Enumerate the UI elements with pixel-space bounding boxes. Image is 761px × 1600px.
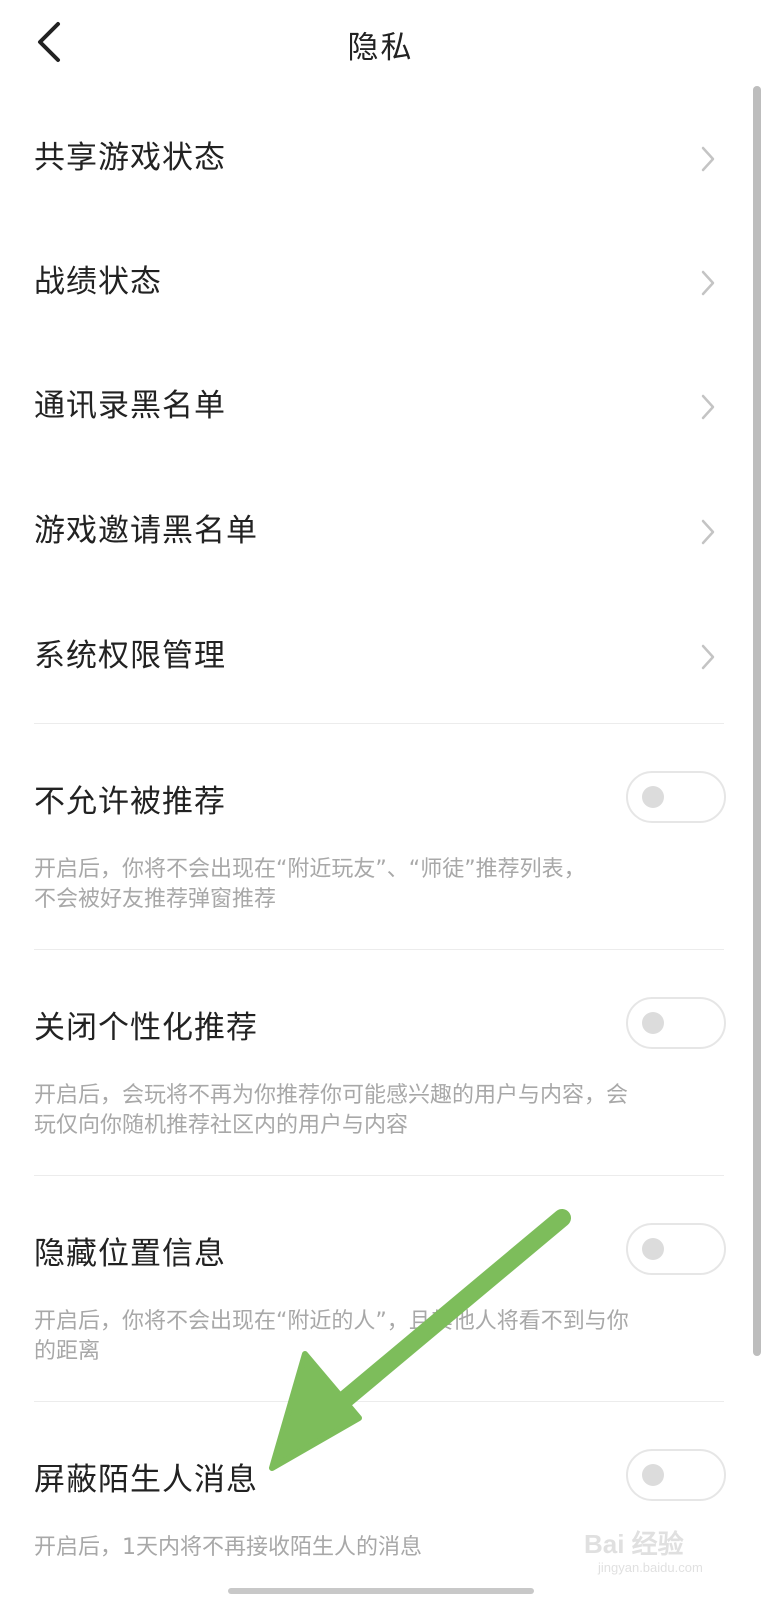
nav-item-record-status[interactable]: 战绩状态 xyxy=(0,220,740,344)
nav-item-label: 战绩状态 xyxy=(34,264,162,300)
watermark-logo: Bai 经验 xyxy=(584,1529,684,1559)
watermark: Bai 经验 jingyan.baidu.com xyxy=(584,1524,724,1584)
nav-item-label: 通讯录黑名单 xyxy=(34,388,226,424)
chevron-right-icon xyxy=(701,394,715,420)
toggle-knob xyxy=(642,1238,664,1260)
chevron-right-icon xyxy=(701,644,715,670)
nav-item-system-permissions[interactable]: 系统权限管理 xyxy=(0,594,740,718)
toggle-label: 隐藏位置信息 xyxy=(34,1236,226,1272)
toggle-description: 开启后，你将不会出现在“附近玩友”、“师徒”推荐列表， 不会被好友推荐弹窗推荐 xyxy=(34,855,734,915)
description-line: 开启后，你将不会出现在“附近玩友”、“师徒”推荐列表， xyxy=(34,857,586,882)
chevron-right-icon xyxy=(701,270,715,296)
toggle-row-no-recommend: 不允许被推荐 开启后，你将不会出现在“附近玩友”、“师徒”推荐列表， 不会被好友… xyxy=(0,724,740,949)
nav-item-game-invite-blacklist[interactable]: 游戏邀请黑名单 xyxy=(0,469,740,593)
description-line: 玩仅向你随机推荐社区内的用户与内容 xyxy=(34,1113,409,1138)
description-line: 开启后，会玩将不再为你推荐你可能感兴趣的用户与内容，会 xyxy=(34,1083,629,1108)
nav-item-share-game-status[interactable]: 共享游戏状态 xyxy=(0,96,740,220)
toggle-switch-disable-personalized[interactable] xyxy=(626,997,726,1049)
chevron-right-icon xyxy=(701,519,715,545)
nav-item-contacts-blacklist[interactable]: 通讯录黑名单 xyxy=(0,344,740,468)
watermark-url: jingyan.baidu.com xyxy=(598,1560,703,1575)
toggle-description: 开启后，会玩将不再为你推荐你可能感兴趣的用户与内容，会 玩仅向你随机推荐社区内的… xyxy=(34,1081,734,1141)
toggle-label: 屏蔽陌生人消息 xyxy=(34,1462,258,1498)
toggle-knob xyxy=(642,786,664,808)
toggle-row-disable-personalized: 关闭个性化推荐 开启后，会玩将不再为你推荐你可能感兴趣的用户与内容，会 玩仅向你… xyxy=(0,950,740,1175)
description-line: 不会被好友推荐弹窗推荐 xyxy=(34,887,277,912)
toggle-knob xyxy=(642,1012,664,1034)
chevron-right-icon xyxy=(701,146,715,172)
scrollbar-thumb[interactable] xyxy=(753,86,761,1356)
toggle-switch-block-strangers[interactable] xyxy=(626,1449,726,1501)
privacy-settings-screen: 隐私 共享游戏状态 战绩状态 通讯录黑名单 游戏邀请黑名单 系统权限管理 不允许… xyxy=(0,0,761,1600)
home-indicator[interactable] xyxy=(228,1588,534,1594)
toggle-knob xyxy=(642,1464,664,1486)
nav-item-label: 共享游戏状态 xyxy=(34,140,226,176)
nav-item-label: 游戏邀请黑名单 xyxy=(34,513,258,549)
toggle-switch-no-recommend[interactable] xyxy=(626,771,726,823)
toggle-label: 关闭个性化推荐 xyxy=(34,1010,258,1046)
header-bar: 隐私 xyxy=(0,0,761,86)
toggle-switch-hide-location[interactable] xyxy=(626,1223,726,1275)
toggle-row-hide-location: 隐藏位置信息 开启后，你将不会出现在“附近的人”，且其他人将看不到与你 的距离 xyxy=(0,1176,740,1401)
nav-item-label: 系统权限管理 xyxy=(34,638,226,674)
scrollbar[interactable] xyxy=(751,86,761,1536)
description-line: 的距离 xyxy=(34,1339,101,1364)
page-title: 隐私 xyxy=(347,30,414,66)
description-line: 开启后，你将不会出现在“附近的人”，且其他人将看不到与你 xyxy=(34,1309,629,1334)
toggle-description: 开启后，你将不会出现在“附近的人”，且其他人将看不到与你 的距离 xyxy=(34,1307,734,1367)
toggle-label: 不允许被推荐 xyxy=(34,784,226,820)
